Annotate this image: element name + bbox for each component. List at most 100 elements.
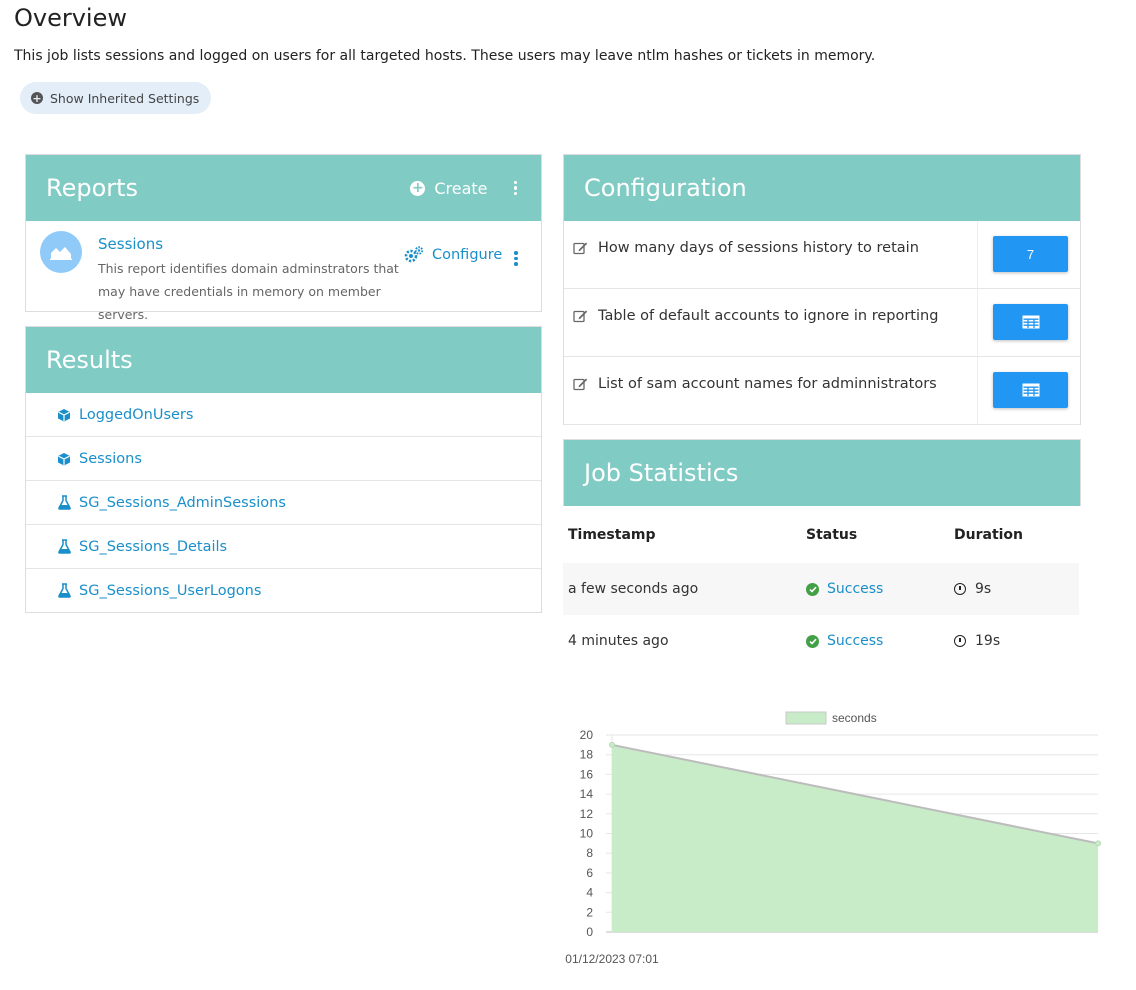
result-item-sg-sessions-adminsessions[interactable]: SG_Sessions_AdminSessions (26, 480, 541, 524)
result-item-sg-sessions-details[interactable]: SG_Sessions_Details (26, 524, 541, 568)
reports-header: Reports + Create (26, 155, 541, 221)
y-tick-label: 0 (586, 925, 593, 939)
y-tick-label: 2 (586, 905, 593, 919)
cube-icon (56, 408, 72, 422)
config-label: Table of default accounts to ignore in r… (598, 308, 939, 324)
report-item: Sessions This report identifies domain a… (26, 221, 541, 322)
y-tick-label: 16 (580, 767, 594, 781)
duration-area-chart: 0 2 4 6 8 10 12 14 16 18 20 01/12/2023 07:01 seconds (565, 711, 1101, 966)
table-icon (1022, 383, 1039, 397)
result-label: SG_Sessions_UserLogons (79, 582, 262, 599)
y-tick-label: 12 (580, 807, 594, 821)
y-tick-label: 4 (586, 886, 593, 900)
edit-icon (573, 309, 588, 328)
y-tick-label: 6 (586, 866, 593, 880)
flask-icon (56, 539, 72, 554)
show-inherited-settings-button[interactable]: + Show Inherited Settings (20, 82, 212, 114)
area-chart-icon (40, 231, 82, 273)
report-name-link[interactable]: Sessions (98, 235, 163, 253)
page-description: This job lists sessions and logged on us… (14, 48, 876, 64)
results-list: LoggedOnUsers Sessions SG_Sessions_Admin… (26, 393, 541, 612)
admin-accounts-table-button[interactable] (993, 372, 1068, 408)
result-item-sg-sessions-userlogons[interactable]: SG_Sessions_UserLogons (26, 568, 541, 612)
flask-icon (56, 583, 72, 598)
clock-icon (954, 635, 966, 647)
duration-cell: 19s (954, 633, 1000, 649)
column-header-status: Status (806, 527, 858, 543)
plus-circle-icon: + (31, 91, 43, 105)
config-label: List of sam account names for adminnistr… (598, 376, 937, 392)
configure-label: Configure (432, 246, 503, 263)
y-tick-label: 20 (580, 728, 594, 742)
config-row: How many days of sessions history to ret… (564, 221, 1080, 289)
config-divider (977, 221, 978, 288)
x-tick-label: 01/12/2023 07:01 (565, 952, 659, 966)
column-header-timestamp: Timestamp (568, 527, 656, 543)
config-divider (977, 357, 978, 424)
check-circle-icon (806, 582, 819, 596)
result-item-sessions[interactable]: Sessions (26, 436, 541, 480)
duration-value: 19s (975, 633, 1001, 649)
reports-more-icon[interactable] (510, 179, 522, 198)
config-divider (977, 289, 978, 356)
configuration-list: How many days of sessions history to ret… (564, 221, 1080, 425)
show-inherited-settings-label: Show Inherited Settings (50, 90, 200, 106)
configuration-title: Configuration (584, 174, 747, 202)
flask-icon (56, 495, 72, 510)
cube-icon (56, 452, 72, 466)
results-title: Results (46, 346, 133, 374)
results-header: Results (26, 327, 541, 393)
y-tick-label: 10 (580, 827, 594, 841)
check-circle-icon (806, 634, 819, 648)
create-report-button[interactable]: + Create (410, 178, 488, 198)
job-statistics-panel: Job Statistics (563, 439, 1081, 506)
result-label: Sessions (79, 450, 142, 467)
status-link[interactable]: Success (827, 581, 883, 597)
default-accounts-table-button[interactable] (993, 304, 1068, 340)
y-tick-label: 8 (586, 846, 593, 860)
duration-chart: 0 2 4 6 8 10 12 14 16 18 20 01/12/2023 07:01 seconds (560, 706, 1106, 976)
y-tick-label: 18 (580, 748, 594, 762)
duration-cell: 9s (954, 581, 991, 597)
plus-circle-icon: + (410, 180, 426, 196)
cogs-icon (404, 246, 424, 263)
edit-icon (573, 241, 588, 260)
result-item-loggedonusers[interactable]: LoggedOnUsers (26, 393, 541, 436)
column-header-duration: Duration (954, 527, 1024, 543)
result-label: SG_Sessions_Details (79, 538, 228, 555)
configure-report-button[interactable]: Configure (404, 246, 502, 263)
report-description: This report identifies domain adminstrat… (98, 261, 399, 322)
reports-title: Reports (46, 174, 139, 202)
job-statistics-header: Job Statistics (564, 440, 1080, 506)
config-row: List of sam account names for adminnistr… (564, 357, 1080, 425)
results-panel: Results LoggedOnUsers Sessions SG_Sessio… (25, 326, 542, 613)
config-label: How many days of sessions history to ret… (598, 240, 919, 256)
table-header: Timestamp Status Duration (563, 507, 1079, 563)
duration-value: 9s (975, 581, 992, 597)
status-cell[interactable]: Success (806, 581, 883, 597)
status-link[interactable]: Success (827, 633, 883, 649)
report-more-icon[interactable] (510, 249, 522, 268)
reports-panel: Reports + Create Sessions This report id… (25, 154, 542, 322)
status-cell[interactable]: Success (806, 633, 883, 649)
create-label: Create (434, 178, 488, 198)
data-point (609, 741, 615, 748)
series-area (612, 744, 1098, 932)
timestamp-cell: 4 minutes ago (568, 633, 669, 649)
page-title: Overview (14, 4, 127, 32)
table-row: 4 minutes ago Success 19s (563, 615, 1079, 667)
timestamp-cell: a few seconds ago (568, 581, 699, 597)
configuration-header: Configuration (564, 155, 1080, 221)
config-row: Table of default accounts to ignore in r… (564, 289, 1080, 357)
data-point (1095, 840, 1101, 847)
legend-label: seconds (832, 711, 877, 725)
edit-icon (573, 377, 588, 396)
retention-days-button[interactable]: 7 (993, 236, 1068, 272)
clock-icon (954, 583, 966, 595)
job-statistics-title: Job Statistics (584, 459, 739, 487)
y-tick-label: 14 (580, 787, 594, 801)
table-row: a few seconds ago Success 9s (563, 563, 1079, 615)
job-statistics-table: Timestamp Status Duration a few seconds … (563, 507, 1079, 667)
configuration-panel: Configuration How many days of sessions … (563, 154, 1081, 425)
result-label: LoggedOnUsers (79, 406, 194, 423)
